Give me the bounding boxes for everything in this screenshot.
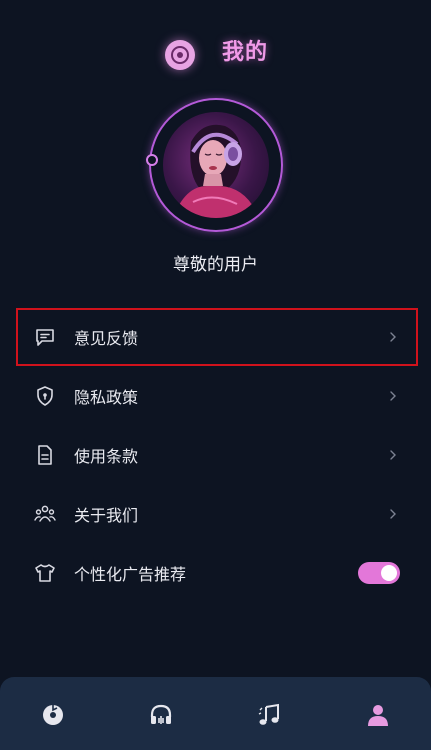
avatar-ring-dot [146, 154, 158, 166]
avatar-container[interactable] [146, 98, 283, 232]
profile-icon[interactable] [365, 702, 391, 728]
menu-item-label: 使用条款 [74, 447, 139, 466]
username: 尊敬的用户 [173, 255, 258, 275]
chevron-right-icon [390, 391, 396, 401]
menu-item-terms[interactable]: 使用条款 [16, 426, 418, 484]
menu-item-feedback[interactable]: 意见反馈 [16, 308, 418, 366]
settings-menu: 意见反馈 隐私政策 使用条款 关于我们 个性化广告推荐 [16, 308, 418, 603]
page-title: 我的 [222, 40, 269, 65]
menu-item-label: 个性化广告推荐 [74, 565, 187, 584]
headphones-icon[interactable] [148, 702, 174, 728]
page-header: 我的 [0, 28, 431, 80]
music-notes-icon[interactable] [256, 702, 282, 728]
chevron-right-icon [390, 450, 396, 460]
toggle-knob [381, 565, 397, 581]
shield-icon [37, 386, 53, 406]
menu-item-privacy[interactable]: 隐私政策 [16, 367, 418, 425]
vinyl-record-icon [165, 40, 195, 70]
feedback-icon [36, 329, 54, 346]
menu-item-label: 意见反馈 [74, 329, 139, 348]
group-icon [34, 505, 56, 522]
music-disc-icon[interactable] [40, 702, 66, 728]
avatar-image [173, 124, 259, 218]
chevron-right-icon [390, 509, 396, 519]
menu-item-personalized-ads: 个性化广告推荐 [16, 544, 418, 602]
profile-page: 我的 尊敬的用户 意见反馈 隐私政策 使用条款 关于我们 个性化广告推荐 [0, 0, 431, 750]
personalized-ads-toggle[interactable] [358, 562, 400, 584]
document-icon [38, 445, 52, 465]
chevron-right-icon [390, 332, 396, 342]
menu-item-label: 隐私政策 [74, 388, 139, 407]
menu-item-about[interactable]: 关于我们 [16, 485, 418, 543]
bottom-nav [0, 677, 431, 750]
menu-item-label: 关于我们 [74, 506, 139, 525]
tshirt-icon [35, 564, 55, 582]
avatar [163, 112, 269, 218]
